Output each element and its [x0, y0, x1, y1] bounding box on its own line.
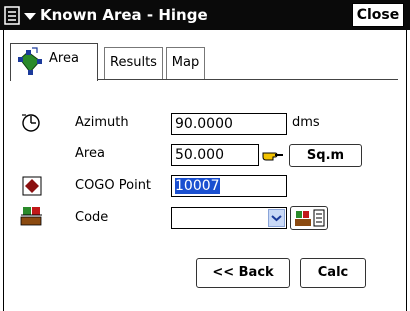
- calc-button[interactable]: Calc: [300, 258, 366, 288]
- area-unit-button[interactable]: Sq.m: [289, 144, 362, 167]
- tab-map[interactable]: Map: [166, 47, 205, 79]
- code-list-button[interactable]: [290, 206, 328, 230]
- area-label: Area: [75, 146, 105, 161]
- title-bar: Known Area - Hinge Close: [0, 0, 410, 30]
- tab-results[interactable]: Results: [104, 47, 163, 79]
- back-button[interactable]: << Back: [196, 258, 290, 288]
- azimuth-unit: dms: [292, 115, 320, 130]
- tab-area[interactable]: Area: [10, 43, 98, 81]
- window-title: Known Area - Hinge: [40, 6, 208, 24]
- code-layers-icon: [20, 203, 44, 231]
- tab-area-label: Area: [49, 51, 79, 66]
- cogo-point-value: 10007: [175, 178, 220, 194]
- red-diamond-icon: [22, 176, 42, 200]
- area-input[interactable]: 50.000: [171, 144, 259, 166]
- compass-dial-icon: [20, 112, 42, 138]
- code-label: Code: [75, 210, 109, 225]
- azimuth-label: Azimuth: [75, 115, 129, 130]
- chevron-down-icon[interactable]: [268, 209, 285, 227]
- cogo-point-input[interactable]: 10007: [171, 175, 287, 197]
- azimuth-input[interactable]: 90.0000: [171, 113, 287, 135]
- close-button[interactable]: Close: [352, 3, 404, 27]
- tab-map-label: Map: [171, 55, 200, 70]
- menu-dropdown-icon[interactable]: [3, 6, 39, 26]
- code-list-icon: [294, 209, 324, 227]
- tab-results-label: Results: [110, 55, 157, 70]
- area-polygon-icon: [17, 47, 43, 87]
- cogo-point-label: COGO Point: [75, 178, 152, 193]
- pointing-hand-icon[interactable]: [261, 145, 285, 169]
